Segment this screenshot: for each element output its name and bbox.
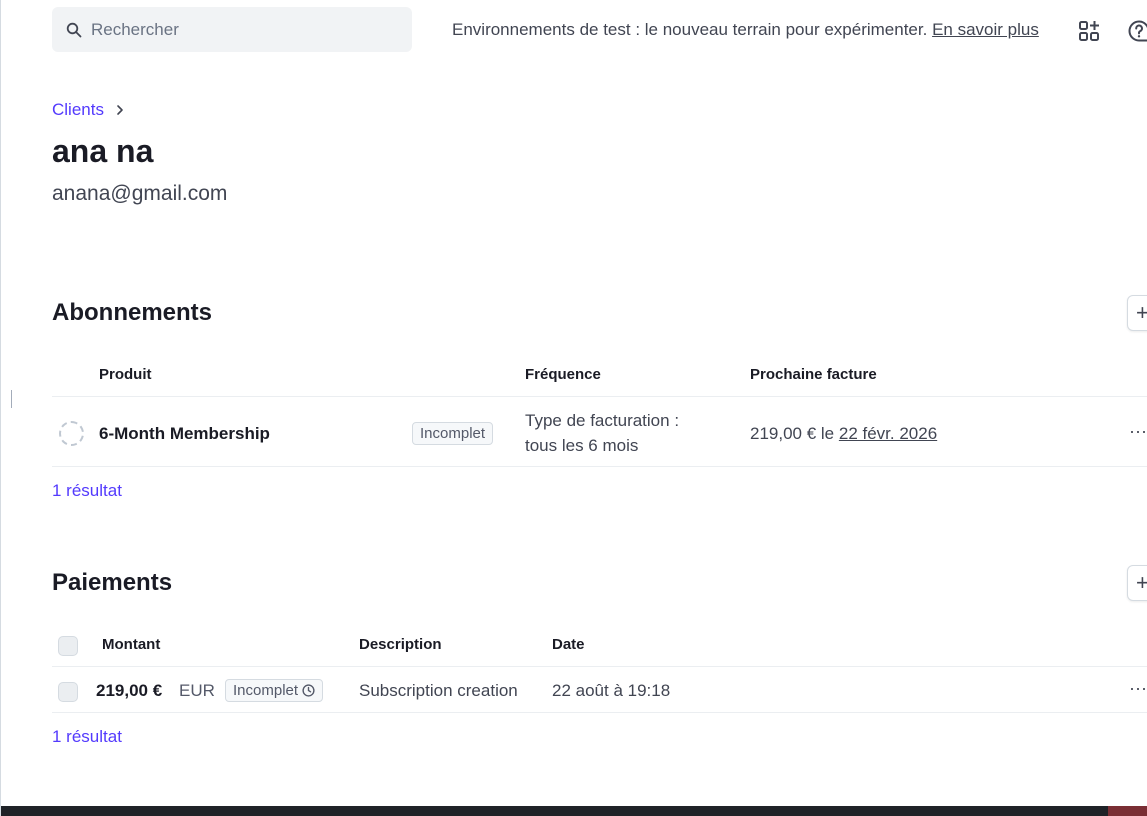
customer-name: ana na: [52, 133, 154, 169]
divider: [52, 396, 1147, 397]
customer-email: anana@gmail.com: [52, 182, 228, 205]
more-actions-icon[interactable]: ···: [1129, 678, 1147, 699]
subscriptions-result-count[interactable]: 1 résultat: [52, 481, 122, 501]
next-invoice: 219,00 € le 22 févr. 2026: [750, 424, 937, 444]
product-name[interactable]: 6-Month Membership: [99, 424, 270, 444]
status-badge: Incomplet: [225, 679, 324, 702]
taskbar: [1, 806, 1147, 816]
payment-amount: 219,00 €: [96, 681, 163, 700]
add-payment-button[interactable]: +: [1127, 565, 1147, 601]
frequency-line1: Type de facturation :: [525, 411, 680, 430]
next-invoice-date[interactable]: 22 févr. 2026: [839, 424, 937, 443]
banner-text: Environnements de test : le nouveau terr…: [452, 20, 928, 39]
more-actions-icon[interactable]: ···: [1129, 421, 1147, 442]
status-badge: Incomplet: [412, 422, 494, 445]
search-bar[interactable]: [52, 7, 412, 52]
resize-handle[interactable]: [11, 390, 12, 408]
apps-add-icon[interactable]: [1077, 19, 1101, 43]
column-header-amount[interactable]: Montant: [102, 636, 160, 653]
select-all-checkbox[interactable]: [58, 636, 78, 656]
frequency-line2: tous les 6 mois: [525, 436, 639, 455]
customer-page: Environnements de test : le nouveau terr…: [0, 0, 1147, 816]
breadcrumb-clients[interactable]: Clients: [52, 100, 104, 120]
taskbar-item[interactable]: [1108, 806, 1147, 816]
status-badge-label: Incomplet: [420, 425, 486, 442]
chevron-right-icon: [117, 105, 123, 115]
payment-description: Subscription creation: [359, 681, 518, 700]
next-invoice-amount: 219,00 € le: [750, 424, 835, 443]
payment-date: 22 août à 19:18: [552, 681, 671, 700]
row-checkbox[interactable]: [58, 682, 78, 702]
column-header-description[interactable]: Description: [359, 636, 442, 653]
search-input[interactable]: [91, 19, 391, 40]
add-subscription-button[interactable]: +: [1127, 295, 1147, 331]
column-header-next-invoice[interactable]: Prochaine facture: [750, 366, 877, 383]
sandbox-banner: Environnements de test : le nouveau terr…: [452, 20, 1039, 40]
payment-currency: EUR: [179, 681, 215, 700]
subscription-status-icon: [59, 421, 84, 446]
column-header-product[interactable]: Produit: [99, 366, 152, 383]
divider: [52, 466, 1147, 467]
payments-title: Paiements: [52, 569, 173, 596]
column-header-date[interactable]: Date: [552, 636, 585, 653]
divider: [52, 666, 1147, 667]
payments-result-count[interactable]: 1 résultat: [52, 727, 122, 747]
status-badge-label: Incomplet: [233, 682, 299, 699]
search-icon: [66, 22, 82, 37]
clock-icon: [302, 684, 315, 697]
learn-more-link[interactable]: En savoir plus: [932, 20, 1039, 39]
divider: [52, 712, 1147, 713]
help-icon[interactable]: [1127, 19, 1147, 43]
breadcrumb: Clients: [52, 100, 126, 120]
column-header-frequency[interactable]: Fréquence: [525, 366, 601, 383]
subscriptions-title: Abonnements: [52, 299, 213, 326]
